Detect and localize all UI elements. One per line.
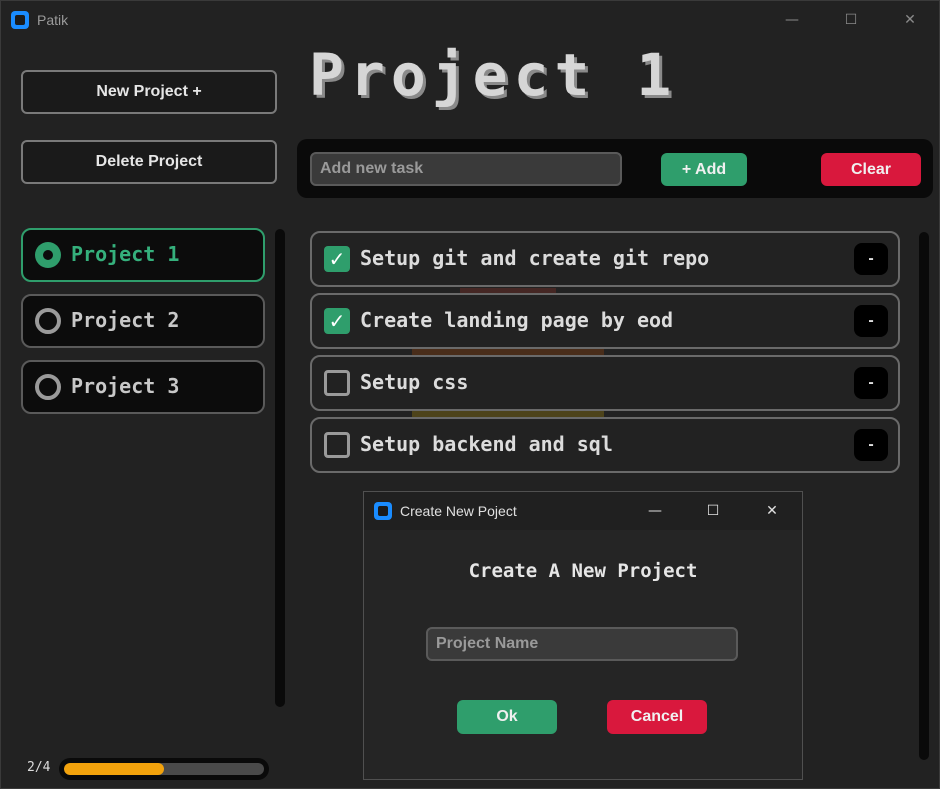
dialog-title: Create New Poject bbox=[400, 503, 517, 519]
task-label: Setup git and create git repo bbox=[360, 246, 710, 270]
task-input[interactable]: Add new task bbox=[310, 152, 622, 186]
progress-count: 2/4 bbox=[27, 760, 51, 775]
create-project-dialog: Create New Poject — ☐ ✕ Create A New Pro… bbox=[363, 491, 803, 780]
progress-fill bbox=[64, 763, 164, 775]
add-task-button[interactable]: + Add bbox=[661, 153, 747, 186]
title-bar[interactable]: Patik — ☐ ✕ bbox=[1, 1, 939, 39]
radio-selected-icon bbox=[35, 242, 61, 268]
checkbox[interactable] bbox=[324, 370, 350, 396]
progress-track bbox=[64, 763, 264, 775]
project-item[interactable]: Project 2 bbox=[21, 294, 265, 348]
project-name-input[interactable]: Project Name bbox=[426, 627, 738, 661]
radio-icon bbox=[35, 374, 61, 400]
remove-task-button[interactable]: - bbox=[854, 429, 888, 461]
remove-task-button[interactable]: - bbox=[854, 367, 888, 399]
delete-project-button[interactable]: Delete Project bbox=[21, 140, 277, 184]
minimize-icon[interactable]: — bbox=[643, 500, 667, 522]
new-project-button[interactable]: New Project + bbox=[21, 70, 277, 114]
project-label: Project 2 bbox=[71, 308, 180, 332]
page-title: Project 1 bbox=[309, 41, 678, 109]
radio-icon bbox=[35, 308, 61, 334]
dialog-title-bar[interactable]: Create New Poject — ☐ ✕ bbox=[364, 492, 802, 530]
task-row: ✓ Setup git and create git repo - bbox=[310, 231, 900, 287]
clear-button[interactable]: Clear bbox=[821, 153, 921, 186]
close-icon[interactable]: ✕ bbox=[760, 500, 784, 522]
minimize-icon[interactable]: — bbox=[780, 9, 804, 31]
task-row: Setup css - bbox=[310, 355, 900, 411]
maximize-icon[interactable]: ☐ bbox=[839, 9, 863, 31]
close-icon[interactable]: ✕ bbox=[898, 9, 922, 31]
checkbox-checked[interactable]: ✓ bbox=[324, 308, 350, 334]
main-window: Patik — ☐ ✕ New Project + Delete Project… bbox=[0, 0, 940, 789]
checkbox-checked[interactable]: ✓ bbox=[324, 246, 350, 272]
task-row: Setup backend and sql - bbox=[310, 417, 900, 473]
progress-bar bbox=[59, 758, 269, 780]
cancel-button[interactable]: Cancel bbox=[607, 700, 707, 734]
project-item[interactable]: Project 1 bbox=[21, 228, 265, 282]
task-label: Create landing page by eod bbox=[360, 308, 674, 332]
window-title: Patik bbox=[37, 12, 69, 28]
tasks-scrollbar[interactable] bbox=[919, 232, 929, 760]
project-label: Project 1 bbox=[71, 242, 180, 266]
remove-task-button[interactable]: - bbox=[854, 305, 888, 337]
dialog-heading: Create A New Project bbox=[468, 560, 698, 582]
task-label: Setup css bbox=[360, 370, 469, 394]
project-item[interactable]: Project 3 bbox=[21, 360, 265, 414]
checkbox[interactable] bbox=[324, 432, 350, 458]
task-label: Setup backend and sql bbox=[360, 432, 613, 456]
maximize-icon[interactable]: ☐ bbox=[701, 500, 725, 522]
app-icon bbox=[374, 502, 392, 520]
remove-task-button[interactable]: - bbox=[854, 243, 888, 275]
task-row: ✓ Create landing page by eod - bbox=[310, 293, 900, 349]
ok-button[interactable]: Ok bbox=[457, 700, 557, 734]
app-icon bbox=[11, 11, 29, 29]
project-label: Project 3 bbox=[71, 374, 180, 398]
sidebar-scrollbar[interactable] bbox=[275, 229, 285, 707]
